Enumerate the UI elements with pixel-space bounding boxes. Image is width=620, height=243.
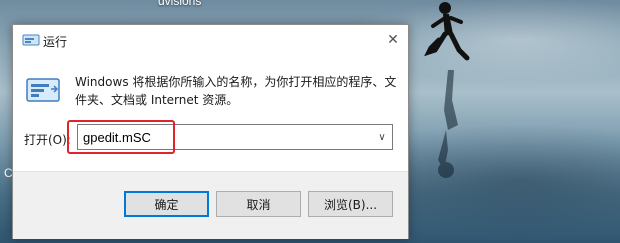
open-label: 打开(O): [24,133,71,147]
close-button[interactable]: ✕ [378,25,408,55]
open-input[interactable] [78,125,368,149]
desktop-icon-label[interactable]: dvisions [158,0,201,8]
open-combobox[interactable]: ∨ [77,124,393,150]
run-app-icon [22,34,40,46]
run-dialog: 运行 ✕ Windows 将根据你所输入的名称，为你打开相应的程序、文件夹、文档… [12,24,409,239]
cancel-button[interactable]: 取消 [216,191,301,217]
close-icon: ✕ [387,32,399,48]
dialog-title: 运行 [43,35,68,49]
runner-reflection [438,70,458,178]
dialog-description: Windows 将根据你所输入的名称，为你打开相应的程序、文件夹、文档或 Int… [75,75,397,107]
chevron-down-icon[interactable]: ∨ [372,125,392,149]
browse-button[interactable]: 浏览(B)... [308,191,393,217]
runner-silhouette [424,2,470,61]
run-icon [26,78,60,102]
button-bar: 确定 取消 浏览(B)... [13,171,408,239]
title-bar[interactable]: 运行 ✕ [13,25,408,55]
ok-button[interactable]: 确定 [124,191,209,217]
